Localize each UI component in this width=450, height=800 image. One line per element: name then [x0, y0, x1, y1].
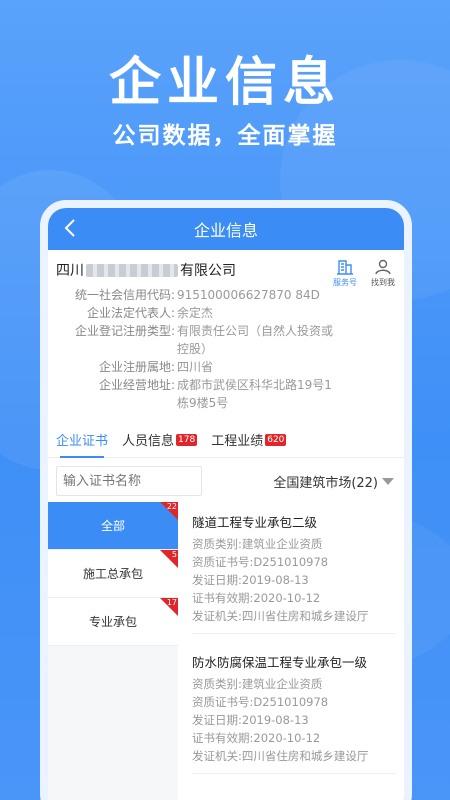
cert-label: 资质类别: — [192, 537, 242, 551]
cert-row: 发证机关: 四川省住房和城乡建设厅 — [192, 607, 396, 625]
cert-value: 2019-08-13 — [241, 713, 309, 727]
info-row: 企业登记注册类型: 有限责任公司（自然人投资或控股） — [56, 322, 396, 358]
caret-down-icon — [382, 478, 394, 485]
category-item-general-contract[interactable]: 施工总承包 5 — [48, 550, 178, 598]
info-value: 有限责任公司（自然人投资或控股） — [177, 324, 334, 356]
nav-bar: 企业信息 — [48, 208, 404, 250]
cert-label: 资质类别: — [192, 677, 242, 691]
info-label: 企业登记注册类型: — [74, 324, 175, 338]
company-name-prefix: 四川 — [56, 263, 84, 279]
tab-personnel[interactable]: 人员信息 178 — [122, 430, 198, 457]
info-label: 企业注册属地: — [98, 360, 175, 374]
info-value: 915100006627870 84D — [177, 288, 320, 302]
certificate-search-input[interactable] — [56, 466, 202, 496]
section-tabs: 企业证书 人员信息 178 工程业绩 620 — [48, 428, 404, 458]
cert-label: 发证日期: — [192, 573, 242, 587]
category-item-specialty-contract[interactable]: 专业承包 17 — [48, 598, 178, 646]
cert-label: 资质证书号: — [192, 695, 254, 709]
service-account-button[interactable]: 服务号 — [330, 258, 360, 288]
category-count: 22 — [166, 502, 177, 511]
find-me-button[interactable]: 找到我 — [368, 258, 398, 288]
cert-label: 证书有效期: — [192, 591, 254, 605]
cert-value: 建筑业企业资质 — [241, 677, 323, 691]
cert-row: 资质证书号: D251010978 — [192, 693, 396, 711]
cert-row: 资质证书号: D251010978 — [192, 553, 396, 571]
tab-label: 企业证书 — [56, 434, 109, 449]
certificate-title: 隧道工程专业承包二级 — [192, 515, 318, 530]
cert-label: 发证日期: — [192, 713, 242, 727]
phone-frame: 企业信息 四川 有限公司 服务号 找到我 统一社会信用代码: 915100006… — [40, 200, 412, 800]
category-item-all[interactable]: 全部 22 — [48, 502, 178, 550]
info-row: 企业注册属地: 四川省 — [56, 358, 396, 376]
category-count: 5 — [171, 550, 177, 559]
cert-value: 2020-10-12 — [253, 591, 321, 605]
cert-value: 2019-08-13 — [241, 573, 309, 587]
promo-title: 企业信息 — [108, 53, 341, 113]
find-me-label: 找到我 — [371, 278, 395, 287]
cert-label: 证书有效期: — [192, 731, 254, 745]
service-account-label: 服务号 — [333, 278, 357, 287]
tab-label: 工程业绩 — [211, 434, 264, 449]
company-card: 四川 有限公司 服务号 找到我 统一社会信用代码: 91510000662787… — [48, 250, 404, 412]
tab-projects[interactable]: 工程业绩 620 — [211, 430, 287, 457]
category-count: 17 — [166, 598, 177, 607]
cert-value: D251010978 — [253, 695, 329, 709]
cert-row: 发证机关: 四川省住房和城乡建设厅 — [192, 747, 396, 765]
info-row: 统一社会信用代码: 915100006627870 84D — [56, 286, 396, 304]
certificate-item[interactable]: 隧道工程专业承包二级 资质类别: 建筑业企业资质 资质证书号: D251010978… — [192, 512, 396, 634]
cert-value: 建筑业企业资质 — [241, 537, 323, 551]
category-label: 专业承包 — [88, 615, 137, 629]
cert-value: 四川省住房和城乡建设厅 — [241, 749, 369, 763]
certificate-content: 全部 22 施工总承包 5 专业承包 17 隧道工程专业承包二级 资质类别: 建… — [48, 502, 404, 800]
category-label: 全部 — [100, 519, 125, 533]
info-value: 四川省 — [177, 360, 214, 374]
cert-value: 2020-10-12 — [253, 731, 321, 745]
promo-subtitle: 公司数据，全面掌握 — [112, 123, 338, 149]
category-list: 全部 22 施工总承包 5 专业承包 17 — [48, 502, 178, 800]
tab-label: 人员信息 — [122, 434, 175, 449]
info-row: 企业经营地址: 成都市武侯区科华北路19号1栋9楼5号 — [56, 376, 396, 412]
company-info: 统一社会信用代码: 915100006627870 84D 企业法定代表人: 余… — [56, 286, 396, 412]
info-value: 成都市武侯区科华北路19号1栋9楼5号 — [177, 378, 332, 410]
market-label: 全国建筑市场(22) — [273, 476, 378, 491]
info-label: 统一社会信用代码: — [74, 288, 175, 302]
cert-value: D251010978 — [253, 555, 329, 569]
market-dropdown[interactable]: 全国建筑市场(22) — [273, 472, 394, 491]
cert-row: 资质类别: 建筑业企业资质 — [192, 535, 396, 553]
count-badge: 620 — [265, 433, 287, 446]
redacted-text — [86, 263, 178, 277]
info-label: 企业经营地址: — [98, 378, 175, 392]
tab-certificates[interactable]: 企业证书 — [56, 430, 109, 458]
category-label: 施工总承包 — [82, 567, 143, 581]
cert-row: 发证日期: 2019-08-13 — [192, 571, 396, 589]
cert-row: 证书有效期: 2020-10-12 — [192, 729, 396, 747]
certificate-list: 隧道工程专业承包二级 资质类别: 建筑业企业资质 资质证书号: D251010978… — [178, 502, 404, 800]
info-value: 余定杰 — [177, 306, 214, 320]
cert-row: 资质类别: 建筑业企业资质 — [192, 675, 396, 693]
building-icon — [337, 260, 353, 275]
chevron-left-icon — [64, 219, 75, 237]
certificate-item[interactable]: 防水防腐保温工程专业承包一级 资质类别: 建筑业企业资质 资质证书号: D25101… — [192, 652, 396, 774]
person-icon — [375, 259, 391, 275]
filter-bar: 全国建筑市场(22) — [48, 458, 404, 502]
nav-title: 企业信息 — [193, 221, 258, 240]
info-row: 企业法定代表人: 余定杰 — [56, 304, 396, 322]
cert-label: 资质证书号: — [192, 555, 254, 569]
info-label: 企业法定代表人: — [86, 306, 175, 320]
count-badge: 178 — [176, 433, 198, 446]
cert-row: 证书有效期: 2020-10-12 — [192, 589, 396, 607]
cert-value: 四川省住房和城乡建设厅 — [241, 609, 369, 623]
back-button[interactable] — [58, 216, 82, 240]
cert-label: 发证机关: — [192, 749, 242, 763]
cert-row: 发证日期: 2019-08-13 — [192, 711, 396, 729]
company-actions: 服务号 找到我 — [330, 258, 398, 288]
cert-label: 发证机关: — [192, 609, 242, 623]
certificate-title: 防水防腐保温工程专业承包一级 — [192, 655, 368, 670]
company-name-suffix: 有限公司 — [180, 263, 236, 279]
app-screen: 企业信息 四川 有限公司 服务号 找到我 统一社会信用代码: 915100006… — [48, 208, 404, 800]
